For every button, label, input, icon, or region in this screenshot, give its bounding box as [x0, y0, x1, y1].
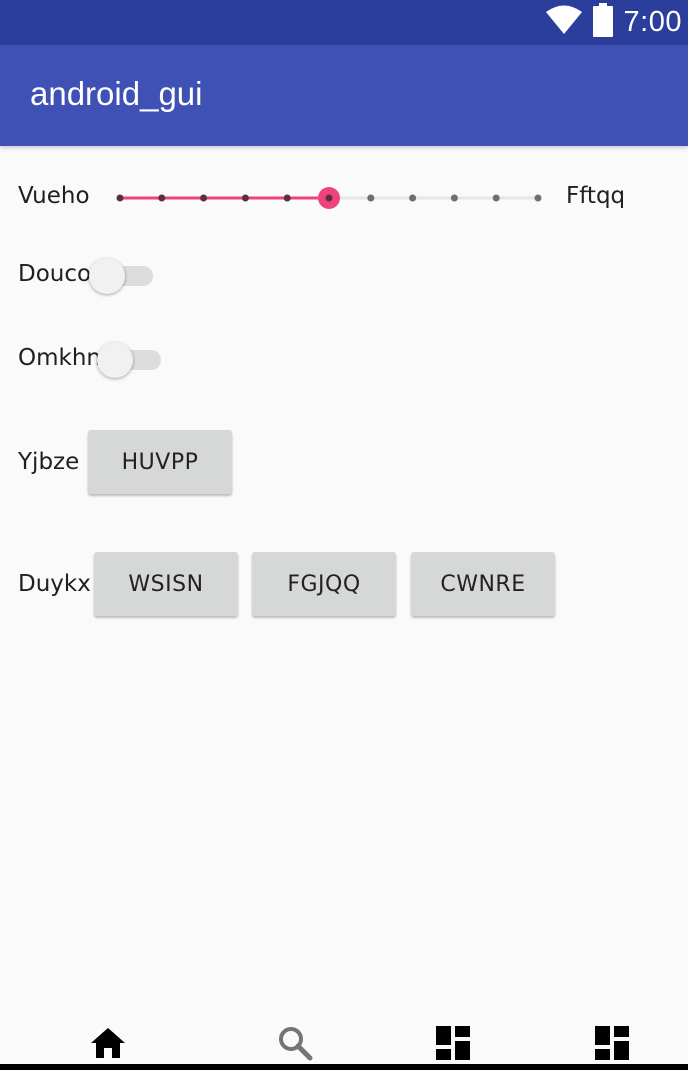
dashboard-icon	[436, 1025, 470, 1065]
seekbar-label: Vueho	[18, 183, 90, 209]
switch-label-douco: Douco	[18, 261, 92, 287]
seekbar-tick	[534, 194, 542, 202]
switch-thumb	[89, 258, 125, 294]
nav-dashboard-2[interactable]	[592, 1025, 632, 1065]
fgjqq-button[interactable]: FGJQQ	[252, 552, 396, 616]
home-icon	[90, 1027, 126, 1064]
button-row-label-yjbze: Yjbze	[18, 449, 80, 475]
seekbar-tick	[158, 194, 166, 202]
app-title: android_gui	[30, 75, 203, 112]
seekbar-end-label: Fftqq	[566, 183, 626, 209]
switch-label-omkhn: Omkhn	[18, 345, 101, 371]
seekbar-thumb-center	[325, 194, 333, 202]
cwnre-button[interactable]: CWNRE	[411, 552, 555, 616]
navigation-bar-edge	[0, 1064, 688, 1070]
app-bar: android_gui	[0, 45, 688, 146]
seekbar-tick	[450, 194, 458, 202]
wsisn-button[interactable]: WSISN	[94, 552, 238, 616]
seekbar-tick	[116, 194, 124, 202]
dashboard-icon	[595, 1025, 629, 1065]
bottom-nav	[0, 1015, 688, 1065]
status-time: 7:00	[623, 6, 682, 38]
nav-home[interactable]	[88, 1025, 128, 1065]
seekbar-tick	[492, 194, 500, 202]
seekbar[interactable]	[110, 178, 550, 218]
nav-dashboard-1[interactable]	[433, 1025, 473, 1065]
status-icons: 7:00	[545, 0, 682, 45]
seekbar-tick	[367, 194, 375, 202]
omkhn-switch[interactable]	[97, 338, 169, 378]
seekbar-tick	[241, 194, 249, 202]
huvpp-button[interactable]: HUVPP	[88, 430, 232, 494]
douco-switch[interactable]	[89, 254, 161, 294]
battery-icon	[592, 3, 614, 42]
nav-search[interactable]	[275, 1025, 315, 1065]
switch-thumb	[97, 342, 133, 378]
seekbar-tick	[200, 194, 208, 202]
seekbar-tick	[409, 194, 417, 202]
seekbar-tick	[283, 194, 291, 202]
button-row-label-duykx: Duykx	[18, 571, 91, 597]
search-icon	[277, 1025, 313, 1066]
status-bar: 7:00	[0, 0, 688, 45]
wifi-icon	[545, 5, 582, 40]
